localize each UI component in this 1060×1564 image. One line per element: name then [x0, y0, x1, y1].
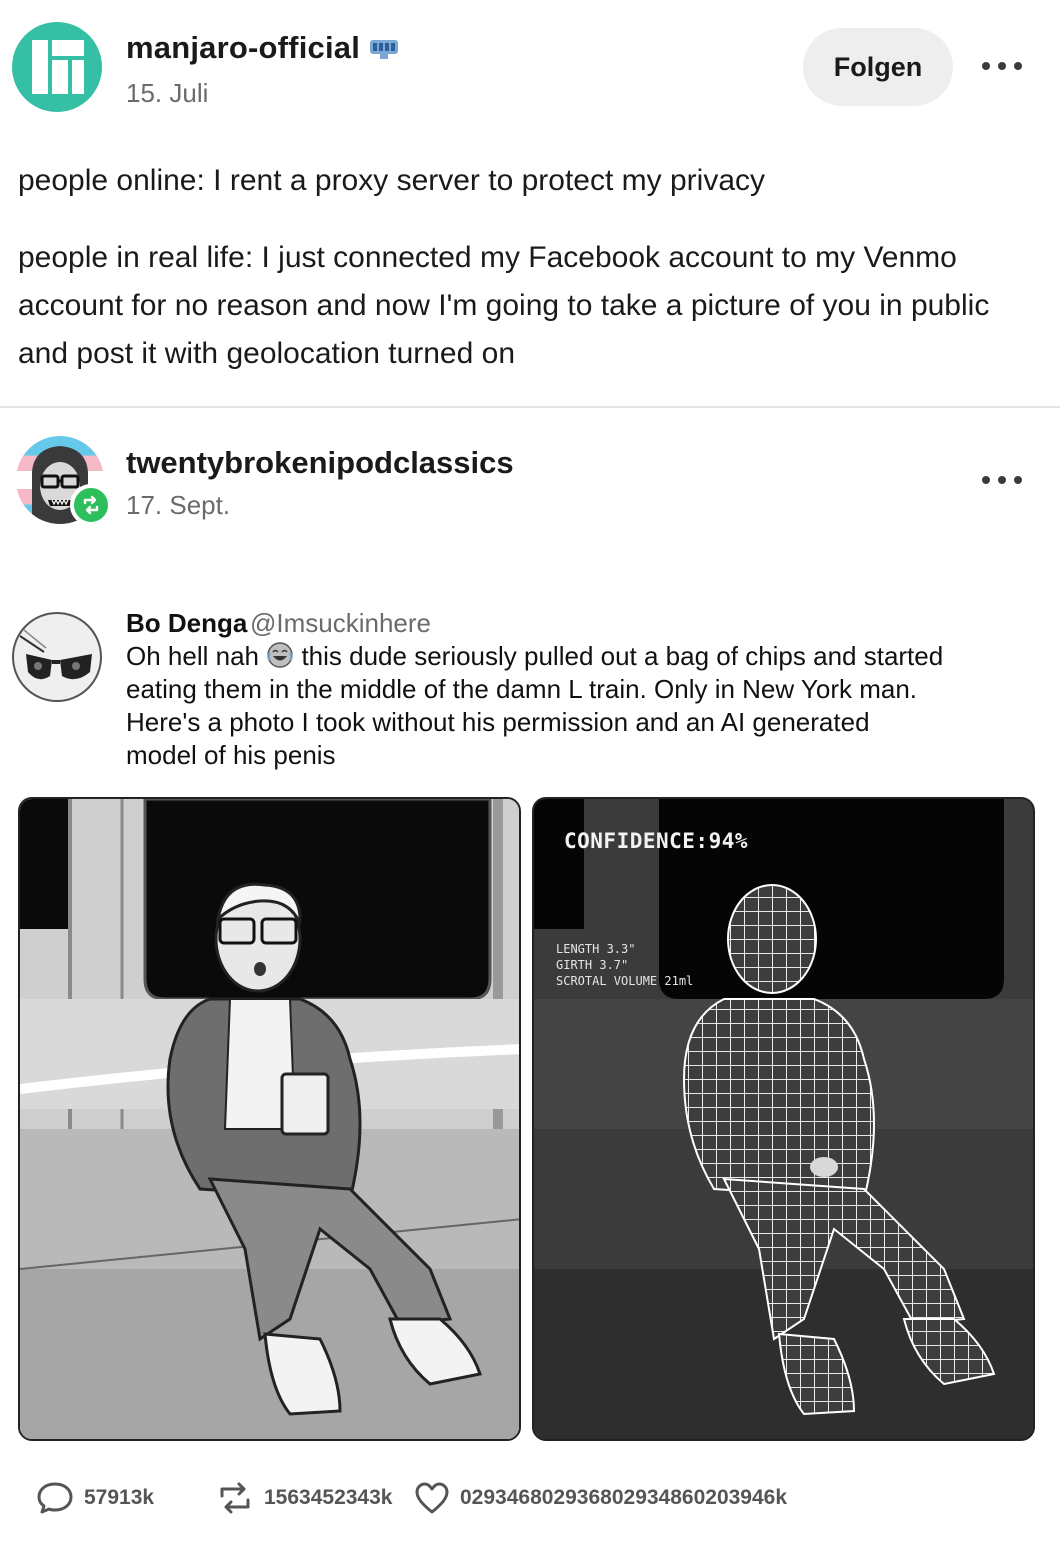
blog-badge-icon: [370, 40, 398, 59]
reblog-date[interactable]: 17. Sept.: [126, 490, 230, 521]
avatar[interactable]: [12, 22, 102, 112]
sunglasses-icon: [19, 629, 92, 680]
face-with-tears-of-joy-icon: [267, 642, 293, 668]
ai-model-image[interactable]: CONFIDENCE:94% LENGTH 3.3" GIRTH 3.7" SC…: [532, 797, 1035, 1441]
heart-icon: [415, 1482, 449, 1514]
more-options-button[interactable]: [978, 51, 1026, 81]
reblog-badge: [70, 484, 112, 526]
tweet-text-part-1: Oh hell nah: [126, 641, 259, 671]
subway-rider-illustration: [20, 799, 519, 1439]
reblog-arrows-icon: [220, 1482, 250, 1514]
dot-icon: [998, 62, 1006, 70]
follow-button[interactable]: Folgen: [803, 28, 953, 106]
post-date[interactable]: 15. Juli: [126, 78, 208, 109]
wireframe-figure-illustration: [534, 799, 1033, 1439]
dot-icon: [982, 476, 990, 484]
tweet-avatar: [12, 612, 102, 702]
post-paragraph-1: people online: I rent a proxy server to …: [18, 164, 766, 197]
post-paragraph-2: people in real life: I just connected my…: [18, 241, 990, 370]
blog-name[interactable]: manjaro-official: [126, 30, 360, 66]
subway-photo-image[interactable]: [18, 797, 521, 1441]
reblog-icon: [83, 495, 99, 515]
post-stats-bar: 57913k 1563452343k 029346802936802934860…: [0, 1478, 1060, 1518]
manjaro-logo-icon: [32, 40, 84, 94]
dot-icon: [1014, 62, 1022, 70]
dot-icon: [982, 62, 990, 70]
confidence-readout: CONFIDENCE:94%: [564, 829, 749, 853]
replies-button[interactable]: 57913k: [36, 1478, 154, 1518]
scrotal-volume-readout: SCROTAL VOLUME 21ml: [556, 974, 694, 988]
post-header: manjaro-official 15. Juli Folgen: [0, 0, 1060, 130]
dot-icon: [998, 476, 1006, 484]
divider: [0, 406, 1060, 408]
comment-bubble-icon: [37, 1482, 73, 1514]
tweet-text: Oh hell nah this dude seriously pulled o…: [126, 640, 946, 772]
dot-icon: [1014, 476, 1022, 484]
replies-count: 57913k: [84, 1486, 155, 1509]
tweet-author-name: Bo Denga: [126, 608, 248, 638]
likes-count: 029346802936802934860203946k: [460, 1486, 788, 1509]
reblog-more-options-button[interactable]: [978, 465, 1026, 495]
tweet-author-handle: @Imsuckinhere: [250, 608, 432, 638]
length-readout: LENGTH 3.3": [556, 942, 636, 956]
girth-readout: GIRTH 3.7": [556, 958, 629, 972]
reblogger-name[interactable]: twentybrokenipodclassics: [126, 445, 514, 481]
reblogs-count: 1563452343k: [264, 1486, 393, 1509]
reblogs-button[interactable]: 1563452343k: [216, 1478, 392, 1518]
likes-button[interactable]: 029346802936802934860203946k: [414, 1478, 787, 1518]
